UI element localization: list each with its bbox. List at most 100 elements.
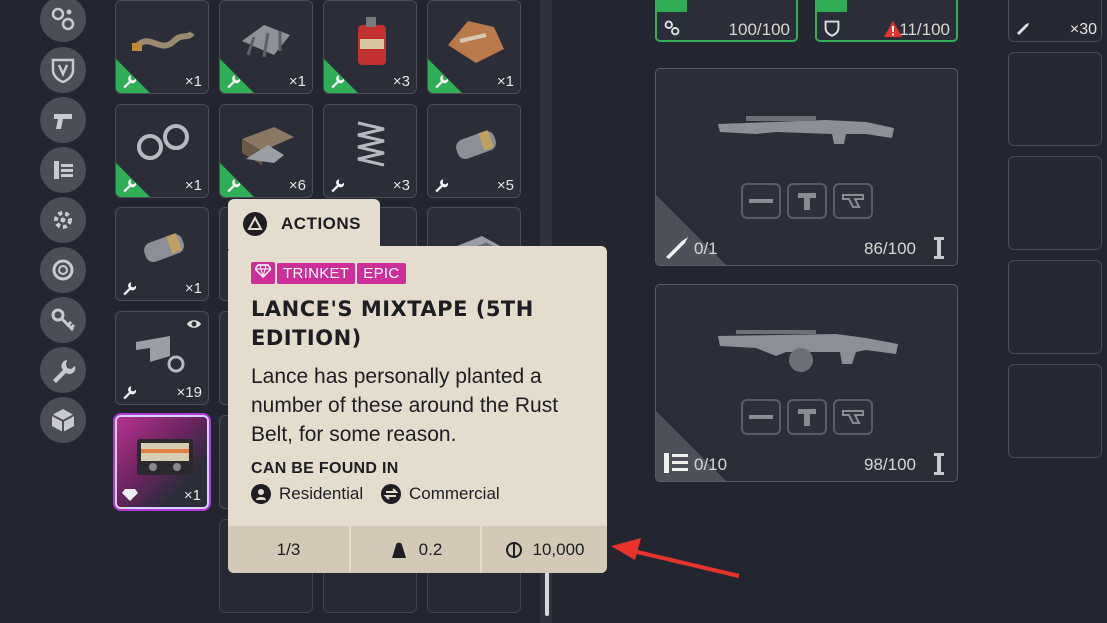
ammo-slot[interactable]: ×30 <box>1008 0 1102 42</box>
item-slot-cassette[interactable]: ×1 <box>115 415 209 509</box>
wrench-icon <box>227 179 241 193</box>
weapon-panel-2[interactable]: 0/10 98/100 <box>655 284 958 482</box>
category-tab-5[interactable] <box>40 247 86 293</box>
item-slot-plates[interactable]: ×6 <box>219 104 313 198</box>
item-description: Lance has personally planted a number of… <box>251 365 559 446</box>
empty-slot[interactable] <box>1008 260 1102 354</box>
magazine-icon <box>664 453 688 473</box>
wrench-icon <box>53 360 76 383</box>
durability: 86/100 <box>864 239 916 258</box>
annotation-arrow <box>611 538 740 578</box>
weight-cell: 0.2 <box>351 526 482 573</box>
wrench-icon <box>227 75 241 89</box>
item-slot-cylinder[interactable]: ×1 <box>115 207 209 301</box>
category-tab-6[interactable] <box>40 297 86 343</box>
weight-icon <box>391 542 406 558</box>
item-quantity: ×3 <box>392 177 410 194</box>
empty-slot[interactable] <box>1008 156 1102 250</box>
item-quantity: ×1 <box>184 280 202 297</box>
rifle-image <box>718 116 894 144</box>
item-art <box>242 127 294 165</box>
wrench-icon <box>123 282 137 296</box>
item-tooltip: TRINKET EPIC LANCE'S MIXTAPE (5TH EDITIO… <box>228 246 607 573</box>
wrench-icon <box>123 75 137 89</box>
tooltip-footer: 1/3 0.2 10,000 <box>228 526 607 573</box>
weapon-mini-slot-2[interactable]: 11/100 <box>815 0 958 42</box>
item-slot-canister[interactable]: ×3 <box>323 0 417 94</box>
item-art <box>242 25 290 58</box>
item-quantity: ×5 <box>496 177 514 194</box>
wrench-icon <box>435 75 449 89</box>
ammo-icon <box>54 161 73 179</box>
item-quantity: ×1 <box>184 73 202 90</box>
wrench-icon <box>331 179 345 193</box>
attachment-gear-icon <box>54 211 72 229</box>
wrench-icon <box>123 179 137 193</box>
durability: 98/100 <box>864 455 916 474</box>
ammo-qty: ×30 <box>1069 21 1097 38</box>
tag-row: TRINKET EPIC <box>251 262 408 284</box>
value-cell: 10,000 <box>482 526 607 573</box>
item-slot-handcuffs[interactable]: ×1 <box>115 104 209 198</box>
item-slot-scrap[interactable]: ×1 <box>219 0 313 94</box>
item-quantity: ×6 <box>288 177 306 194</box>
attachment-slot-barrel[interactable] <box>741 183 781 219</box>
item-quantity: ×1 <box>496 73 514 90</box>
category-tab-7[interactable] <box>40 347 86 393</box>
location-label: Commercial <box>409 484 500 503</box>
ring-icon <box>52 259 74 281</box>
attachment-slot-grip[interactable] <box>787 399 827 435</box>
item-art <box>357 121 385 167</box>
rarity-tag: EPIC <box>357 262 406 284</box>
empty-slot[interactable] <box>1008 52 1102 146</box>
bullet-icon <box>666 237 688 259</box>
item-quantity: ×19 <box>176 384 202 401</box>
category-tab-1[interactable] <box>40 47 86 93</box>
bullet-icon <box>1017 23 1029 35</box>
item-slot-rags[interactable]: ×1 <box>427 0 521 94</box>
attachment-slot-stock[interactable] <box>833 399 873 435</box>
attachment-slot-barrel[interactable] <box>741 399 781 435</box>
item-art <box>456 130 496 159</box>
item-art <box>358 17 386 65</box>
item-quantity: ×1 <box>183 487 201 504</box>
weapon-panel-1[interactable]: 0/1 86/100 <box>655 68 958 266</box>
eye-icon <box>187 320 201 328</box>
item-quantity: ×3 <box>392 73 410 90</box>
attachment-slot-stock[interactable] <box>833 183 873 219</box>
weapon-mini-slot-1[interactable]: 100/100 <box>655 0 798 42</box>
empty-slot[interactable] <box>1008 364 1102 458</box>
item-quantity: ×1 <box>288 73 306 90</box>
durability-bar-icon <box>934 453 944 475</box>
attachment-slot-grip[interactable] <box>787 183 827 219</box>
item-art <box>144 233 184 262</box>
stack-count: 1/3 <box>228 526 351 573</box>
item-slot-cylinder[interactable]: ×5 <box>427 104 521 198</box>
item-slot-brackets[interactable]: ×19 <box>115 311 209 405</box>
category-tab-0[interactable] <box>40 0 86 42</box>
weapon-mini-value: 100/100 <box>728 20 790 39</box>
coin-icon <box>505 541 522 558</box>
weapon-mini-value: 11/100 <box>899 20 950 39</box>
item-art <box>448 21 504 63</box>
item-art <box>136 336 185 373</box>
weight-value: 0.2 <box>418 539 443 559</box>
shield-icon <box>51 58 75 84</box>
triangle-button-icon <box>243 212 267 236</box>
ammo-count: 0/1 <box>694 239 718 258</box>
wrench-icon <box>123 386 137 400</box>
item-title: LANCE'S MIXTAPE (5TH EDITION) <box>251 297 534 350</box>
key-icon <box>51 308 76 332</box>
item-art <box>137 439 193 475</box>
actions-tab[interactable]: ACTIONS <box>228 199 380 249</box>
category-tab-3[interactable] <box>40 147 86 193</box>
smg-image <box>718 330 898 372</box>
category-tab-4[interactable] <box>40 197 86 243</box>
category-tag: TRINKET <box>277 262 356 284</box>
item-slot-spring[interactable]: ×3 <box>323 104 417 198</box>
location-residential: Residential <box>251 484 363 504</box>
item-slot-hose[interactable]: ×1 <box>115 0 209 94</box>
gear-cluster-icon <box>51 7 75 31</box>
category-tab-8[interactable] <box>40 397 86 443</box>
category-tab-2[interactable] <box>40 97 86 143</box>
